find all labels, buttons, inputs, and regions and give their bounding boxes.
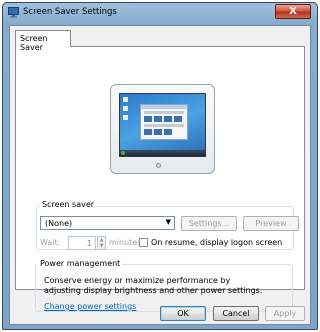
power-management-group: Conserve energy or maximize performance … [35,264,293,312]
tab-screen-saver[interactable]: Screen Saver [15,30,71,52]
screen-saver-group-label: Screen saver [40,200,97,209]
title-bar[interactable]: Screen Saver Settings X [3,3,317,23]
monitor-preview [110,84,215,174]
close-button[interactable]: X [275,4,311,19]
cancel-button[interactable]: Cancel [213,306,259,321]
ok-button[interactable]: OK [160,306,206,321]
preview-button[interactable]: Preview [243,216,299,231]
screen-saver-monitor-icon [8,7,19,18]
monitor-power-icon [156,163,161,168]
wait-minutes-input[interactable]: 1 [68,236,96,250]
power-management-group-label: Power management [38,259,123,268]
preview-taskbar [120,150,205,156]
desktop-icons [123,97,129,124]
wait-label: Wait: [40,238,61,247]
settings-button[interactable]: Settings... [181,216,237,231]
screen-saver-settings-window: Screen Saver Settings X Screen Saver Scr… [2,2,318,330]
screen-saver-dropdown[interactable]: (None) ▼ [40,216,175,230]
power-description: Conserve energy or maximize performance … [44,276,263,295]
change-power-settings-link[interactable]: Change power settings [44,302,136,311]
dialog-client-area: Screen Saver Screen saver (None) ▼ Setti… [9,25,311,325]
wait-spinner[interactable]: ▲ ▼ [97,236,106,250]
screen-saver-tab-panel: Screen saver [15,46,305,290]
window-title: Screen Saver Settings [23,7,117,17]
resume-logon-label[interactable]: On resume, display logon screen [151,238,282,247]
preview-screen [119,93,206,157]
minutes-label: minutes [109,238,142,247]
screen-saver-selected: (None) [45,219,73,228]
chevron-down-icon[interactable]: ▼ [166,218,171,226]
preview-desktop-window [140,104,188,140]
apply-button[interactable]: Apply [265,306,305,321]
resume-logon-checkbox[interactable] [139,238,148,247]
